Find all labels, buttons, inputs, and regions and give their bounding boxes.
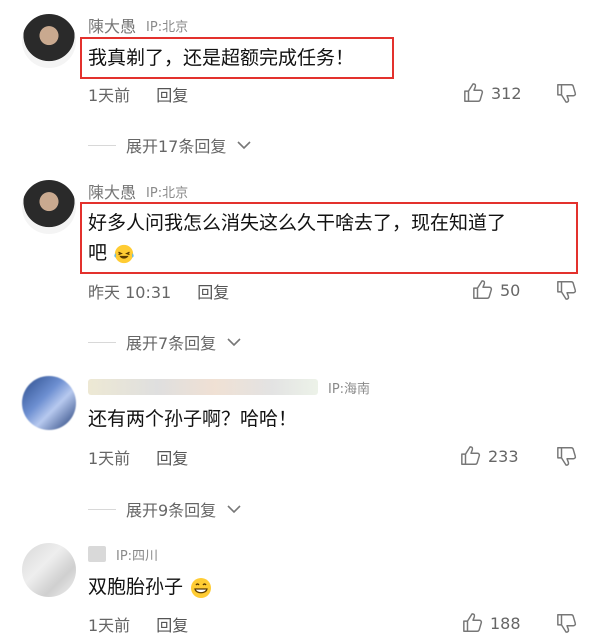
comment-text: 我真剃了，还是超额完成任务！ bbox=[88, 47, 355, 69]
chevron-down-icon bbox=[237, 141, 251, 150]
ip-location: IP:北京 bbox=[146, 19, 189, 35]
timestamp: 1天前 bbox=[88, 86, 131, 105]
comment-text: 还有两个孙子啊？哈哈！ bbox=[88, 408, 298, 430]
expand-replies[interactable]: 展开9条回复 bbox=[88, 497, 242, 521]
username[interactable]: 陳大愚 bbox=[88, 179, 136, 203]
comment-meta: 昨天 10:31 回复 bbox=[88, 279, 229, 303]
like-button[interactable]: 233 bbox=[460, 445, 519, 467]
avatar[interactable] bbox=[22, 543, 76, 597]
reply-button[interactable]: 回复 bbox=[156, 612, 188, 636]
expand-replies[interactable]: 展开7条回复 bbox=[88, 330, 242, 354]
timestamp: 昨天 10:31 bbox=[88, 283, 172, 302]
divider bbox=[88, 508, 116, 510]
comment-header: IP:四川 bbox=[88, 543, 158, 565]
ip-location: IP:四川 bbox=[116, 548, 159, 564]
expand-label: 展开9条回复 bbox=[126, 501, 217, 520]
ip-location: IP:北京 bbox=[146, 185, 189, 201]
divider bbox=[88, 144, 116, 146]
expand-label: 展开7条回复 bbox=[126, 334, 217, 353]
timestamp: 1天前 bbox=[88, 449, 131, 468]
like-count: 233 bbox=[488, 446, 519, 466]
reply-button[interactable]: 回复 bbox=[156, 82, 188, 106]
like-count: 188 bbox=[490, 613, 521, 633]
laughing-tears-emoji bbox=[114, 244, 134, 263]
like-button[interactable]: 312 bbox=[463, 82, 522, 104]
reply-button[interactable]: 回复 bbox=[156, 445, 188, 469]
thumbs-up-icon bbox=[473, 280, 493, 299]
grinning-emoji bbox=[191, 577, 212, 598]
avatar[interactable] bbox=[22, 180, 76, 234]
chevron-down-icon bbox=[227, 505, 241, 514]
avatar[interactable] bbox=[22, 376, 76, 430]
chevron-down-icon bbox=[227, 338, 241, 347]
like-count: 312 bbox=[491, 83, 522, 103]
thumbs-down-icon[interactable] bbox=[556, 279, 578, 301]
expand-replies[interactable]: 展开17条回复 bbox=[88, 133, 252, 157]
thumbs-up-icon bbox=[461, 446, 481, 465]
comment-meta: 1天前 回复 bbox=[88, 445, 188, 469]
timestamp: 1天前 bbox=[88, 616, 131, 635]
expand-label: 展开17条回复 bbox=[126, 137, 227, 156]
like-button[interactable]: 188 bbox=[462, 612, 521, 634]
comment-meta: 1天前 回复 bbox=[88, 82, 188, 106]
comment-header: IP:海南 bbox=[88, 376, 370, 398]
thumbs-down-icon[interactable] bbox=[556, 445, 578, 467]
reply-button[interactable]: 回复 bbox=[197, 279, 229, 303]
comment-header: 陳大愚 IP:北京 bbox=[88, 14, 188, 36]
ip-location: IP:海南 bbox=[328, 381, 371, 397]
thumbs-down-icon[interactable] bbox=[556, 612, 578, 634]
thumbs-up-icon bbox=[463, 613, 483, 632]
thumbs-down-icon[interactable] bbox=[556, 82, 578, 104]
comment-header: 陳大愚 IP:北京 bbox=[88, 180, 188, 202]
like-count: 50 bbox=[500, 280, 521, 300]
avatar[interactable] bbox=[22, 14, 76, 68]
comment-text-line: 吧 bbox=[88, 238, 506, 268]
divider bbox=[88, 341, 116, 343]
comment-text-line: 好多人问我怎么消失这么久干啥去了，现在知道了 bbox=[88, 212, 507, 234]
username[interactable]: 陳大愚 bbox=[88, 13, 136, 37]
comment-meta: 1天前 回复 bbox=[88, 612, 188, 636]
like-button[interactable]: 50 bbox=[472, 279, 520, 301]
comment-text: 好多人问我怎么消失这么久干啥去了，现在知道了 吧 bbox=[88, 208, 506, 268]
comment-text: 双胞胎孙子 bbox=[88, 572, 213, 602]
username-blurred[interactable] bbox=[88, 379, 318, 395]
username-blurred[interactable] bbox=[88, 546, 106, 562]
thumbs-up-icon bbox=[464, 83, 484, 102]
